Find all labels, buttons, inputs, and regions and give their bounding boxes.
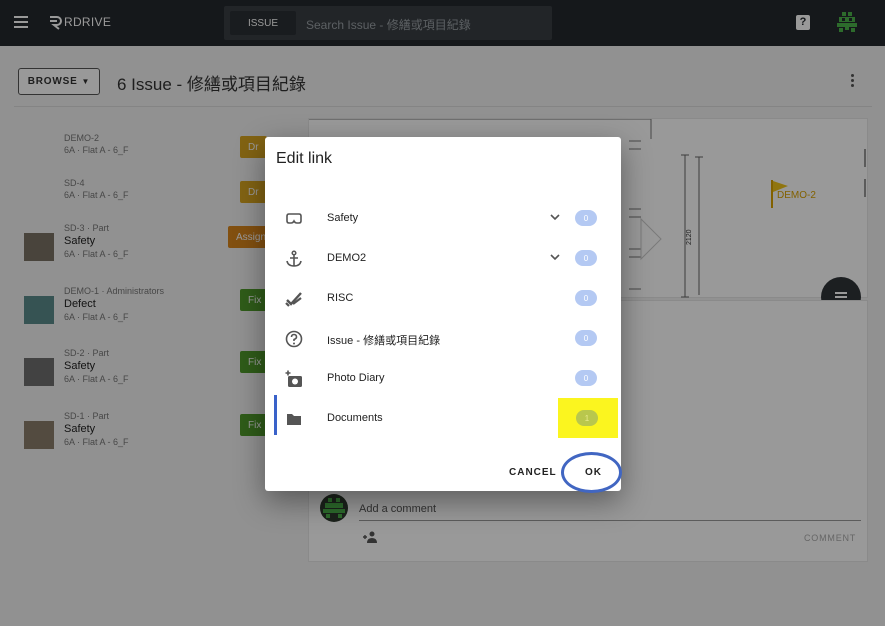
link-count-badge: 0: [575, 330, 597, 346]
link-row-label: DEMO2: [327, 252, 367, 264]
link-row[interactable]: DEMO2 0: [265, 238, 621, 278]
link-count-badge: 0: [575, 290, 597, 306]
link-count-badge: 0: [575, 370, 597, 386]
link-row-label: RISC: [327, 292, 354, 304]
link-row[interactable]: Safety 0: [265, 198, 621, 238]
link-row-label: Documents: [327, 412, 383, 424]
active-row-indicator: [274, 395, 277, 435]
cancel-button[interactable]: CANCEL: [509, 467, 557, 478]
vr-goggles-icon: [286, 213, 302, 224]
link-row[interactable]: Issue - 修繕或項目紀錄 0: [265, 318, 621, 358]
double-check-icon: [285, 292, 302, 307]
add-photo-icon: [285, 370, 302, 387]
link-count-badge: 0: [575, 210, 597, 226]
dialog-title: Edit link: [276, 150, 333, 167]
link-row-label: Photo Diary: [327, 372, 385, 384]
link-row[interactable]: Photo Diary 0: [265, 358, 621, 398]
link-count-badge: 0: [575, 250, 597, 266]
chevron-down-icon[interactable]: [550, 213, 560, 221]
ok-callout-circle: [561, 452, 622, 493]
link-row-label: Issue - 修繕或項目紀錄: [327, 335, 441, 347]
anchor-icon: [286, 250, 302, 267]
link-row-label: Safety: [327, 212, 359, 224]
documents-count-badge: 1: [576, 410, 598, 426]
help-circle-icon: [285, 330, 303, 348]
folder-icon: [287, 414, 301, 425]
link-row[interactable]: RISC 0: [265, 278, 621, 318]
chevron-down-icon[interactable]: [550, 253, 560, 261]
